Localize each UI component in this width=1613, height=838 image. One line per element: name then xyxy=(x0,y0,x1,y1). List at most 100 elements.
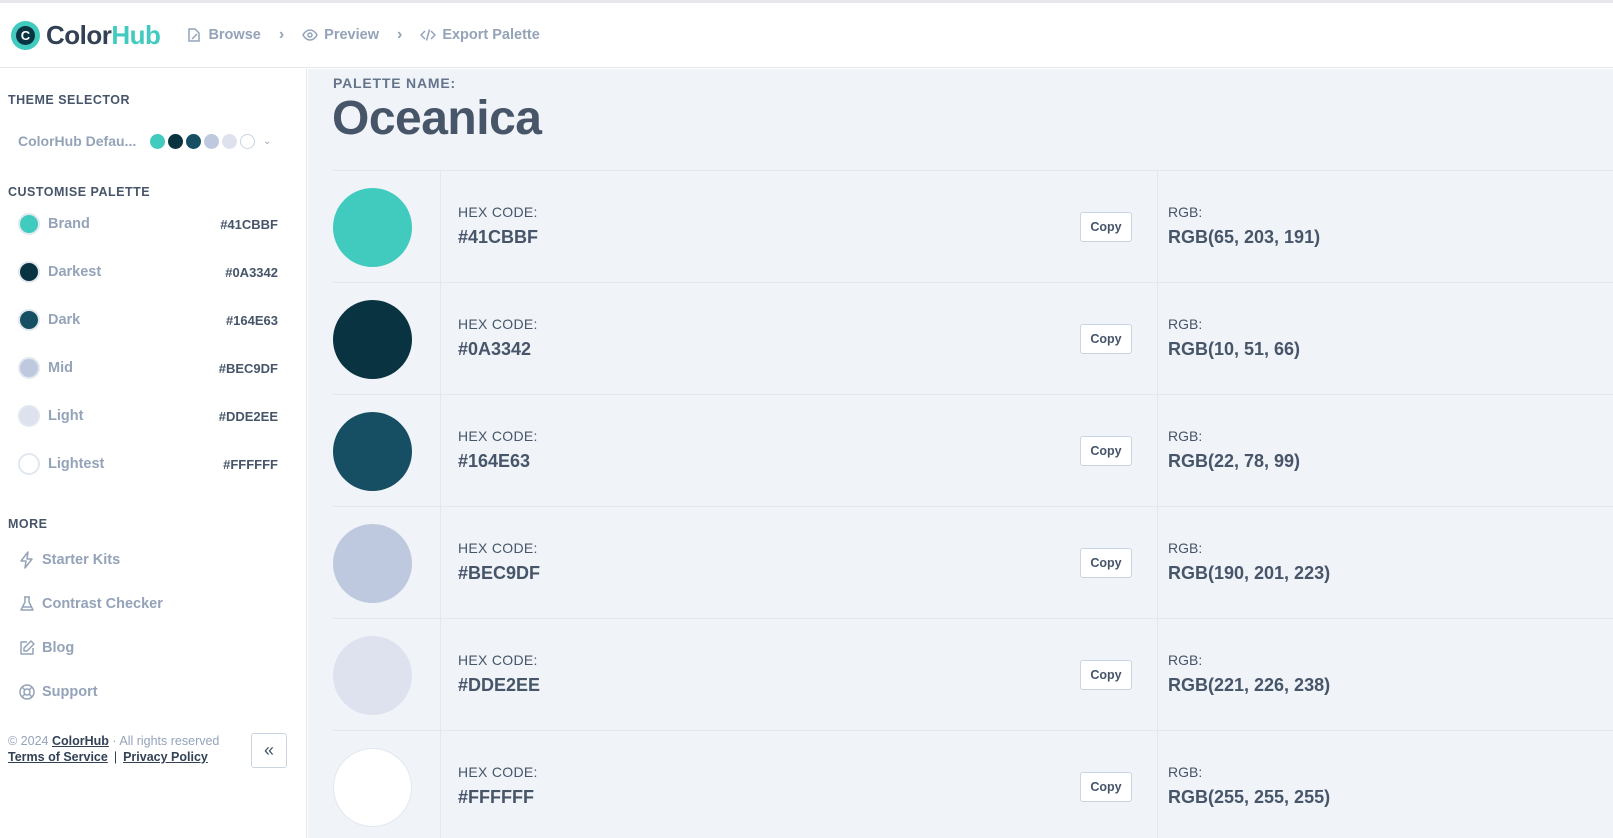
color-swatch xyxy=(333,748,412,827)
palette-swatch xyxy=(18,357,40,379)
eye-icon xyxy=(302,29,319,41)
rgb-label: RGB: xyxy=(1168,204,1203,220)
footer-divider: | xyxy=(113,750,118,764)
more-item-label: Starter Kits xyxy=(42,552,121,568)
divider xyxy=(440,395,441,507)
chevron-right-icon: › xyxy=(396,26,403,43)
copy-button[interactable]: Copy xyxy=(1080,212,1132,242)
palette-item-mid[interactable]: Mid #BEC9DF xyxy=(18,354,278,382)
theme-selector-title: THEME SELECTOR xyxy=(8,93,131,107)
breadcrumb-export[interactable]: Export Palette xyxy=(420,27,540,43)
table-row: HEX CODE: #41CBBF Copy RGB: RGB(65, 203,… xyxy=(333,171,1613,283)
palette-item-brand[interactable]: Brand #41CBBF xyxy=(18,210,278,238)
divider xyxy=(1157,171,1158,283)
edit-icon xyxy=(20,640,35,655)
theme-name: ColorHub Defau... xyxy=(18,133,137,149)
logo-text-color: Color xyxy=(46,19,112,50)
hex-value: #41CBBF xyxy=(458,227,539,247)
divider xyxy=(440,283,441,395)
palette-item-light[interactable]: Light #DDE2EE xyxy=(18,402,278,430)
rgb-label: RGB: xyxy=(1168,316,1203,332)
theme-dot xyxy=(168,133,183,149)
hex-value: #BEC9DF xyxy=(458,563,541,583)
palette-swatch xyxy=(18,453,40,475)
hex-value: #164E63 xyxy=(458,451,531,471)
palette-item-name: Light xyxy=(48,408,84,424)
copyright-text: © 2024 xyxy=(8,734,49,748)
hex-label: HEX CODE: xyxy=(458,652,538,668)
palette-item-name: Mid xyxy=(48,360,73,376)
palette-item-name: Dark xyxy=(48,312,81,328)
palette-swatch xyxy=(18,261,40,283)
divider xyxy=(1157,283,1158,395)
more-title: MORE xyxy=(8,517,48,531)
color-swatch xyxy=(333,188,412,267)
rgb-label: RGB: xyxy=(1168,428,1203,444)
breadcrumb-browse-label: Browse xyxy=(208,27,261,43)
hex-label: HEX CODE: xyxy=(458,316,538,332)
lightning-icon xyxy=(20,551,33,569)
table-row: HEX CODE: #FFFFFF Copy RGB: RGB(255, 255… xyxy=(333,731,1613,838)
breadcrumb: Browse › Preview › Export Palette xyxy=(186,26,540,44)
palette-item-dark[interactable]: Dark #164E63 xyxy=(18,306,278,334)
sidebar: THEME SELECTOR ColorHub Defau... ⌄ CUSTO… xyxy=(0,69,307,838)
divider xyxy=(440,171,441,283)
more-item-blog[interactable]: Blog xyxy=(18,636,74,660)
more-item-support[interactable]: Support xyxy=(18,680,98,704)
hex-label: HEX CODE: xyxy=(458,540,538,556)
palette-name-label: PALETTE NAME: xyxy=(333,75,456,91)
palette-table: HEX CODE: #41CBBF Copy RGB: RGB(65, 203,… xyxy=(333,170,1613,838)
more-item-label: Support xyxy=(42,684,98,700)
divider xyxy=(1157,395,1158,507)
customise-palette-title: CUSTOMISE PALETTE xyxy=(8,185,151,199)
colorhub-link[interactable]: ColorHub xyxy=(52,734,109,748)
privacy-link[interactable]: Privacy Policy xyxy=(123,750,208,764)
theme-selector-dropdown[interactable]: ColorHub Defau... ⌄ xyxy=(18,130,278,152)
more-item-label: Contrast Checker xyxy=(42,596,163,612)
divider xyxy=(440,507,441,619)
main-content: PALETTE NAME: Oceanica HEX CODE: #41CBBF… xyxy=(308,69,1613,838)
table-row: HEX CODE: #DDE2EE Copy RGB: RGB(221, 226… xyxy=(333,619,1613,731)
divider xyxy=(440,731,441,838)
rights-text: · All rights reserved xyxy=(112,734,220,748)
palette-title: Oceanica xyxy=(332,92,542,145)
palette-item-lightest[interactable]: Lightest #FFFFFF xyxy=(18,450,278,478)
palette-item-hex: #41CBBF xyxy=(220,216,278,232)
logo-mark-icon xyxy=(11,20,40,50)
rgb-value: RGB(190, 201, 223) xyxy=(1168,563,1331,583)
breadcrumb-preview[interactable]: Preview xyxy=(302,27,379,43)
color-swatch xyxy=(333,524,412,603)
palette-swatch xyxy=(18,309,40,331)
palette-item-name: Darkest xyxy=(48,264,102,280)
flask-icon xyxy=(20,596,34,611)
copy-button[interactable]: Copy xyxy=(1080,660,1132,690)
theme-dot xyxy=(222,133,237,149)
rgb-label: RGB: xyxy=(1168,652,1203,668)
palette-item-hex: #0A3342 xyxy=(225,264,278,280)
theme-dot xyxy=(240,133,255,149)
copy-button[interactable]: Copy xyxy=(1080,548,1132,578)
color-swatch xyxy=(333,412,412,491)
divider xyxy=(1157,507,1158,619)
collapse-sidebar-button[interactable]: « xyxy=(251,733,287,768)
logo-text: ColorHub xyxy=(46,19,161,51)
terms-link[interactable]: Terms of Service xyxy=(8,750,108,764)
divider xyxy=(440,619,441,731)
more-item-contrast-checker[interactable]: Contrast Checker xyxy=(18,592,163,616)
copy-button[interactable]: Copy xyxy=(1080,772,1132,802)
theme-color-dots xyxy=(150,133,255,149)
breadcrumb-browse[interactable]: Browse xyxy=(186,27,261,43)
logo[interactable]: ColorHub xyxy=(11,19,161,51)
copy-button[interactable]: Copy xyxy=(1080,436,1132,466)
hex-label: HEX CODE: xyxy=(458,428,538,444)
more-item-starter-kits[interactable]: Starter Kits xyxy=(18,548,120,572)
lifebuoy-icon xyxy=(19,684,35,700)
palette-item-name: Brand xyxy=(48,216,90,232)
hex-value: #DDE2EE xyxy=(458,675,541,695)
palette-item-name: Lightest xyxy=(48,456,105,472)
copy-button[interactable]: Copy xyxy=(1080,324,1132,354)
hex-value: #FFFFFF xyxy=(458,787,534,807)
rgb-value: RGB(221, 226, 238) xyxy=(1168,675,1331,695)
palette-item-darkest[interactable]: Darkest #0A3342 xyxy=(18,258,278,286)
hex-label: HEX CODE: xyxy=(458,764,538,780)
